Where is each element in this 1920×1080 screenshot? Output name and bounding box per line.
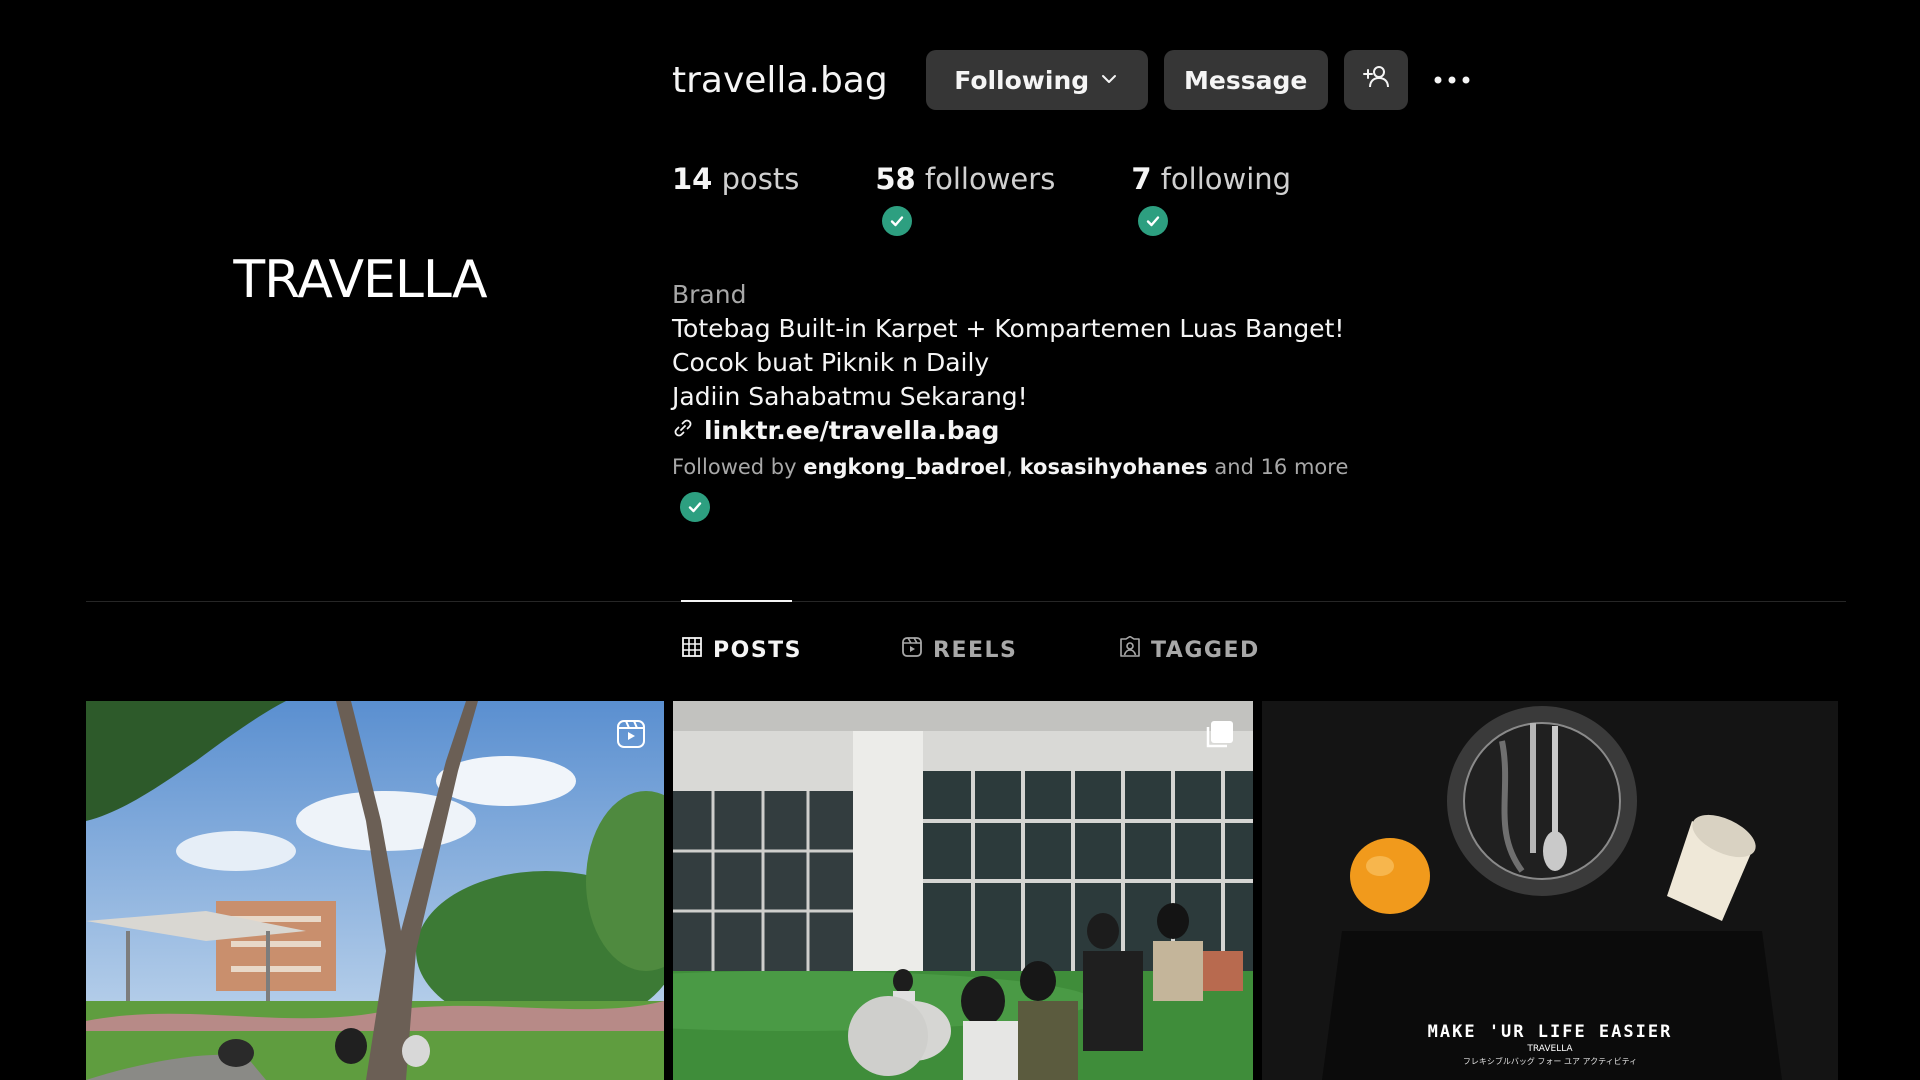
active-tab-indicator (681, 600, 792, 602)
bio-line: Totebag Built-in Karpet + Kompartemen Lu… (672, 314, 1345, 343)
carousel-icon (1205, 719, 1235, 749)
check-badge-icon (882, 206, 913, 236)
tab-label: POSTS (713, 637, 803, 663)
check-badge-icon (680, 492, 710, 522)
post-overlay-logo: TRAVELLA (1527, 1044, 1573, 1054)
tab-label: TAGGED (1151, 637, 1260, 663)
chevron-down-icon (1099, 66, 1119, 95)
tab-reels[interactable]: REELS (901, 636, 1119, 664)
posts-grid: MAKE 'UR LIFE EASIER TRAVELLA フレキシブルバッグ … (86, 701, 1838, 1080)
check-badge-icon (1138, 206, 1169, 236)
profile-link-text: linktr.ee/travella.bag (704, 416, 1000, 445)
posts-label: posts (721, 162, 800, 196)
more-options-button[interactable] (1424, 50, 1484, 110)
profile-avatar[interactable]: TRAVELLA (150, 150, 570, 410)
profile-link[interactable]: linktr.ee/travella.bag (672, 414, 1348, 448)
add-person-icon (1361, 62, 1391, 98)
more-options-icon (1432, 71, 1476, 90)
following-count: 7 (1131, 162, 1152, 196)
followers-stat[interactable]: 58 followers (875, 162, 1056, 236)
post-overlay-subtext: フレキシブルバッグ フォー ユア アクティビティ (1462, 1057, 1638, 1066)
followed-by-prefix: Followed by (672, 455, 797, 479)
following-button[interactable]: Following (925, 50, 1148, 110)
post-thumbnail[interactable]: MAKE 'UR LIFE EASIER TRAVELLA フレキシブルバッグ … (1262, 701, 1838, 1080)
post-thumbnail[interactable] (86, 701, 664, 1080)
following-stat[interactable]: 7 following (1131, 162, 1292, 236)
posts-stat: 14 posts (672, 162, 799, 196)
following-label: following (1160, 162, 1292, 196)
tabs-divider (86, 601, 1846, 602)
grid-icon (681, 636, 703, 664)
profile-stats: 14 posts 58 followers 7 following (672, 162, 1292, 236)
message-button-label: Message (1184, 65, 1308, 95)
post-thumbnail[interactable] (673, 701, 1253, 1080)
message-button[interactable]: Message (1163, 50, 1328, 110)
profile-category: Brand (672, 280, 747, 309)
avatar-logo-text: TRAVELLA (233, 250, 487, 310)
tab-posts[interactable]: POSTS (681, 636, 901, 664)
profile-header: travella.bag Following Message (672, 50, 1484, 110)
link-icon (672, 414, 694, 448)
post-overlay-text: MAKE 'UR LIFE EASIER (1427, 1022, 1673, 1042)
followers-label: followers (924, 162, 1056, 196)
bio-line: Cocok buat Piknik n Daily (672, 348, 990, 377)
tab-tagged[interactable]: TAGGED (1119, 635, 1260, 664)
reels-icon (901, 636, 923, 664)
followed-by-separator: , (1006, 455, 1013, 479)
followed-by-user[interactable]: engkong_badroel (803, 455, 1006, 479)
tagged-icon (1119, 635, 1141, 664)
followed-by-user[interactable]: kosasihyohanes (1020, 455, 1208, 479)
suggest-accounts-button[interactable] (1343, 50, 1408, 110)
followed-by[interactable]: Followed by engkong_badroel, kosasihyoha… (672, 450, 1348, 484)
followers-count: 58 (875, 162, 916, 196)
tab-label: REELS (933, 637, 1018, 663)
following-button-label: Following (954, 65, 1090, 95)
posts-count: 14 (672, 162, 713, 196)
followed-by-suffix: and 16 more (1214, 455, 1349, 479)
reel-icon (616, 719, 646, 749)
bio-line: Jadiin Sahabatmu Sekarang! (672, 382, 1028, 411)
profile-bio: Brand Totebag Built-in Karpet + Komparte… (672, 278, 1348, 522)
profile-tabs: POSTS REELS TAGGED (681, 635, 1260, 664)
profile-username: travella.bag (672, 59, 888, 101)
